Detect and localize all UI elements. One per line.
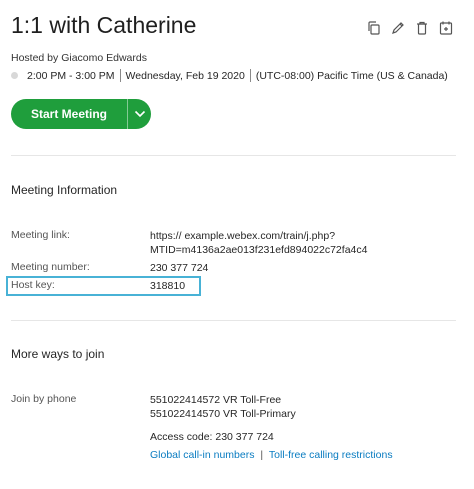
meeting-link-host: example [184,230,225,242]
host-text: Hosted by Giacomo Edwards [11,52,147,64]
meeting-link-line2: MTID=m4136a2ae013f231efd894022c72fa4c4 [150,244,368,256]
copy-icon[interactable] [366,20,382,36]
start-options-toggle[interactable] [128,110,151,118]
toll-free-restrictions-link[interactable]: Toll-free calling restrictions [269,449,393,461]
link-separator: | [260,449,264,461]
meeting-time: 2:00 PM - 3:00 PM [27,69,115,82]
trash-icon[interactable] [414,20,430,36]
calendar-add-icon[interactable] [438,20,454,36]
page-title: 1:1 with Catherine [11,12,197,38]
meeting-link-rest: .webex.com/train/j.php? [224,230,336,242]
chevron-down-icon [134,110,145,118]
host-key-label: Host key: [11,279,55,291]
meeting-actions [366,20,454,36]
meeting-link-label: Meeting link: [11,229,70,241]
join-by-phone-label: Join by phone [11,393,77,405]
start-meeting-button[interactable]: Start Meeting [11,99,151,129]
section-divider [11,155,456,156]
meeting-link-prefix: https:// [150,230,185,242]
global-call-in-link[interactable]: Global call-in numbers [150,449,254,461]
phone-toll-free: 551022414572 VR Toll-Free [150,394,282,406]
start-meeting-label: Start Meeting [30,107,107,121]
meeting-link[interactable]: https:// example.webex.com/train/j.php? … [150,229,367,257]
divider [119,69,121,82]
divider [249,69,251,82]
more-ways-heading: More ways to join [11,347,105,361]
meeting-number-label: Meeting number: [11,261,90,273]
meeting-date: Wednesday, Feb 19 2020 [125,69,245,82]
edit-icon[interactable] [390,20,406,36]
meeting-number-value: 230 377 724 [150,262,209,274]
meeting-info-heading: Meeting Information [11,183,118,197]
phone-toll-primary: 551022414570 VR Toll-Primary [150,408,296,420]
access-code: Access code: 230 377 724 [150,431,274,443]
call-in-links: Global call-in numbers | Toll-free calli… [150,448,393,462]
phone-numbers: 551022414572 VR Toll-Free 551022414570 V… [150,393,296,421]
meeting-schedule: 2:00 PM - 3:00 PM Wednesday, Feb 19 2020… [11,69,448,82]
status-dot [11,72,18,79]
section-divider [11,320,456,321]
meeting-timezone: (UTC-08:00) Pacific Time (US & Canada) [255,69,448,82]
host-key-value: 318810 [150,280,186,292]
